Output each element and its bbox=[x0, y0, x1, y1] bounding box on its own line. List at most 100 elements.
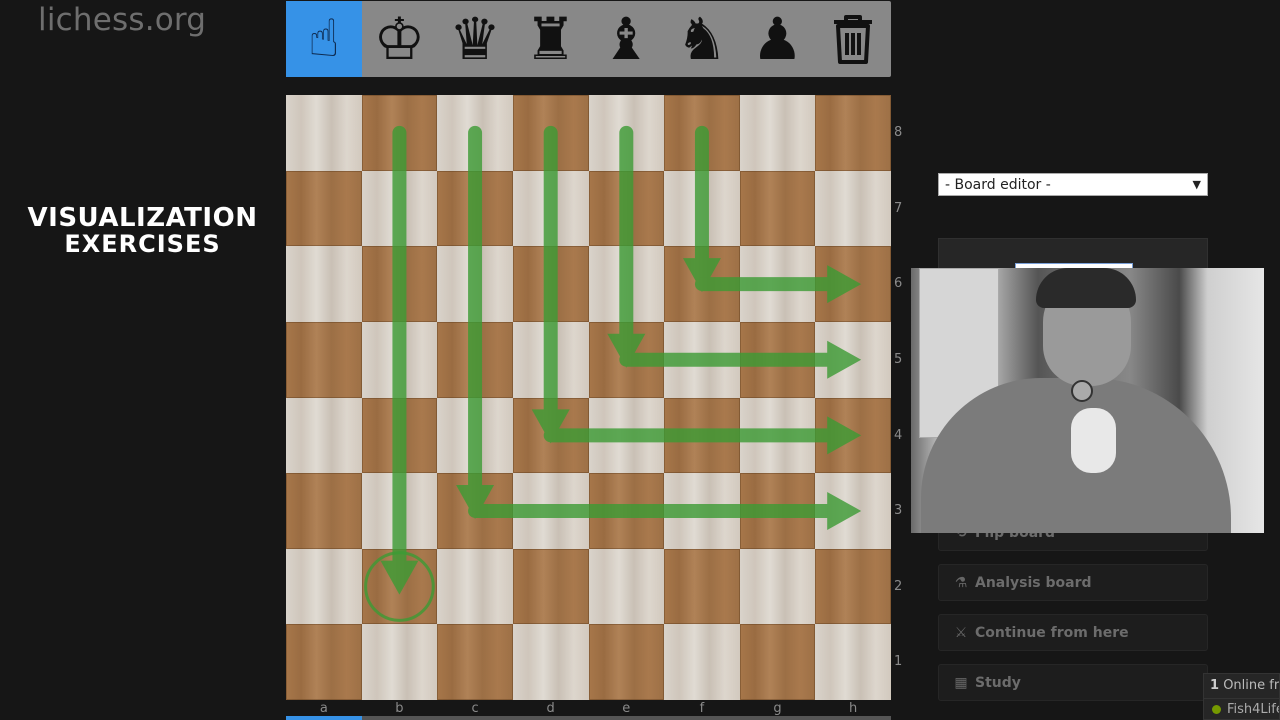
online-friends-widget[interactable]: 1 Online friends Fish4Life bbox=[1203, 673, 1280, 720]
square-d2[interactable] bbox=[512, 548, 589, 625]
square-h7[interactable] bbox=[815, 170, 891, 247]
square-e3[interactable] bbox=[588, 473, 665, 549]
square-c7[interactable] bbox=[437, 170, 513, 247]
chevron-down-icon: ▼ bbox=[1192, 178, 1201, 191]
square-h1[interactable] bbox=[815, 624, 891, 700]
square-d5[interactable] bbox=[512, 321, 589, 398]
black-knight-icon[interactable]: ♞ bbox=[664, 1, 740, 77]
trash-icon[interactable] bbox=[815, 1, 891, 77]
square-b5[interactable] bbox=[361, 321, 438, 398]
black-rook-icon[interactable]: ♜ bbox=[513, 1, 589, 77]
square-g3[interactable] bbox=[739, 473, 816, 549]
square-a5[interactable] bbox=[286, 321, 362, 398]
black-bishop-icon[interactable]: ♝ bbox=[588, 1, 664, 77]
square-h6[interactable] bbox=[815, 246, 891, 322]
square-d1[interactable] bbox=[512, 624, 589, 700]
black-queen-icon[interactable]: ♛ bbox=[437, 1, 513, 77]
square-a8[interactable] bbox=[286, 95, 362, 171]
square-b6[interactable] bbox=[361, 246, 438, 322]
square-a4[interactable] bbox=[286, 397, 362, 474]
square-e7[interactable] bbox=[588, 170, 665, 247]
black-pawn-icon[interactable]: ♟ bbox=[740, 1, 816, 77]
square-e4[interactable] bbox=[588, 397, 665, 474]
analysis-board-label: Analysis board bbox=[975, 574, 1092, 591]
square-f7[interactable] bbox=[664, 170, 740, 247]
square-f5[interactable] bbox=[664, 321, 740, 398]
pointer-tool-icon[interactable]: ☝ bbox=[286, 1, 362, 77]
square-c1[interactable] bbox=[437, 624, 513, 700]
square-d6[interactable] bbox=[512, 246, 589, 322]
file-label-f: f bbox=[699, 701, 705, 716]
square-g8[interactable] bbox=[739, 95, 816, 171]
editor-panel bbox=[938, 238, 1208, 271]
rank-label-4: 4 bbox=[894, 427, 903, 443]
square-c5[interactable] bbox=[437, 321, 513, 398]
active-tab-indicator bbox=[286, 716, 362, 720]
square-a1[interactable] bbox=[286, 624, 362, 700]
square-b2[interactable] bbox=[361, 548, 438, 625]
webcam-overlay bbox=[911, 268, 1264, 533]
square-e8[interactable] bbox=[588, 95, 665, 171]
square-a6[interactable] bbox=[286, 246, 362, 322]
square-a7[interactable] bbox=[286, 170, 362, 247]
square-f3[interactable] bbox=[664, 473, 740, 549]
study-button[interactable]: ▦ Study bbox=[938, 664, 1208, 701]
position-select[interactable]: - Board editor - ▼ bbox=[938, 173, 1208, 196]
square-b8[interactable] bbox=[361, 95, 438, 171]
square-d3[interactable] bbox=[512, 473, 589, 549]
square-e5[interactable] bbox=[588, 321, 665, 398]
rank-label-8: 8 bbox=[894, 125, 903, 140]
square-f2[interactable] bbox=[664, 548, 740, 625]
square-c8[interactable] bbox=[437, 95, 513, 171]
online-friends-header[interactable]: 1 Online friends bbox=[1204, 674, 1279, 699]
square-c3[interactable] bbox=[437, 473, 513, 549]
square-b7[interactable] bbox=[361, 170, 438, 247]
square-g2[interactable] bbox=[739, 548, 816, 625]
chess-board[interactable] bbox=[286, 95, 891, 700]
continue-from-here-button[interactable]: ⚔ Continue from here bbox=[938, 614, 1208, 651]
board-squares[interactable] bbox=[286, 95, 891, 700]
square-f6[interactable] bbox=[664, 246, 740, 322]
square-h5[interactable] bbox=[815, 321, 891, 398]
square-e2[interactable] bbox=[588, 548, 665, 625]
editor-tabs-bar[interactable] bbox=[286, 716, 891, 720]
square-g1[interactable] bbox=[739, 624, 816, 700]
white-king-icon[interactable]: ♔ bbox=[362, 1, 438, 77]
square-h3[interactable] bbox=[815, 473, 891, 549]
crossed-swords-icon: ⚔ bbox=[954, 624, 968, 641]
online-status-icon bbox=[1212, 705, 1221, 714]
file-label-b: b bbox=[395, 701, 404, 716]
square-h2[interactable] bbox=[815, 548, 891, 625]
video-overlay-title: VISUALIZATION EXERCISES bbox=[20, 205, 265, 257]
square-h8[interactable] bbox=[815, 95, 891, 171]
square-b3[interactable] bbox=[361, 473, 438, 549]
square-b4[interactable] bbox=[361, 397, 438, 474]
square-e6[interactable] bbox=[588, 246, 665, 322]
square-c4[interactable] bbox=[437, 397, 513, 474]
square-c6[interactable] bbox=[437, 246, 513, 322]
square-f8[interactable] bbox=[664, 95, 740, 171]
square-g4[interactable] bbox=[739, 397, 816, 474]
square-f1[interactable] bbox=[664, 624, 740, 700]
square-f4[interactable] bbox=[664, 397, 740, 474]
square-a3[interactable] bbox=[286, 473, 362, 549]
square-g6[interactable] bbox=[739, 246, 816, 322]
square-b1[interactable] bbox=[361, 624, 438, 700]
square-d8[interactable] bbox=[512, 95, 589, 171]
square-g7[interactable] bbox=[739, 170, 816, 247]
square-d7[interactable] bbox=[512, 170, 589, 247]
square-c2[interactable] bbox=[437, 548, 513, 625]
spare-pieces-toolbar: ☝ ♔ ♛ ♜ ♝ ♞ ♟ bbox=[286, 1, 891, 77]
square-d4[interactable] bbox=[512, 397, 589, 474]
square-a2[interactable] bbox=[286, 548, 362, 625]
square-e1[interactable] bbox=[588, 624, 665, 700]
friend-item[interactable]: Fish4Life bbox=[1204, 699, 1279, 720]
webcam-person-hair bbox=[1036, 268, 1136, 308]
square-g5[interactable] bbox=[739, 321, 816, 398]
square-h4[interactable] bbox=[815, 397, 891, 474]
file-label-a: a bbox=[319, 701, 328, 716]
analysis-board-button[interactable]: ⚗ Analysis board bbox=[938, 564, 1208, 601]
friend-name: Fish4Life bbox=[1227, 702, 1279, 717]
lichess-logo[interactable]: lichess.org bbox=[38, 2, 206, 38]
position-select-value: - Board editor - bbox=[945, 176, 1051, 193]
